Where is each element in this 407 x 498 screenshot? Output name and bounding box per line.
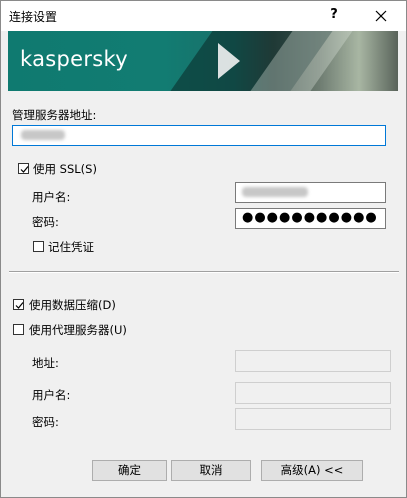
kaspersky-banner: kaspersky bbox=[8, 31, 398, 91]
compression-checkbox[interactable] bbox=[13, 299, 24, 310]
kaspersky-logo: kaspersky bbox=[20, 47, 128, 71]
help-button[interactable]: ? bbox=[319, 4, 349, 28]
proxy-address-input[interactable] bbox=[235, 350, 391, 372]
compression-label: 使用数据压缩(D) bbox=[29, 298, 116, 312]
username-label: 用户名: bbox=[32, 190, 71, 204]
password-mask: ●●●●●●●●●●● bbox=[242, 210, 378, 225]
redacted-server-address bbox=[21, 130, 65, 140]
proxy-password-input[interactable] bbox=[235, 408, 391, 430]
advanced-button[interactable]: 高级(A) << bbox=[261, 460, 363, 481]
proxy-password-label: 密码: bbox=[32, 415, 59, 429]
close-button[interactable] bbox=[363, 4, 399, 28]
banner-triangle bbox=[218, 43, 240, 79]
close-icon bbox=[375, 10, 387, 22]
checkmark-icon bbox=[20, 166, 29, 173]
divider bbox=[9, 271, 399, 273]
remember-credentials-label: 记住凭证 bbox=[48, 240, 94, 254]
ok-button[interactable]: 确定 bbox=[92, 460, 167, 481]
proxy-username-input[interactable] bbox=[235, 382, 391, 404]
proxy-address-label: 地址: bbox=[32, 356, 59, 370]
proxy-checkbox[interactable] bbox=[13, 324, 24, 335]
proxy-label: 使用代理服务器(U) bbox=[29, 323, 127, 337]
ssl-label: 使用 SSL(S) bbox=[33, 162, 97, 176]
window-title: 连接设置 bbox=[9, 10, 58, 24]
password-label: 密码: bbox=[32, 215, 59, 229]
connection-settings-dialog: 连接设置 ? kaspersky 管理服务器地址: 使用 SSL(S) 用户名:… bbox=[0, 0, 407, 498]
server-address-label: 管理服务器地址: bbox=[12, 108, 97, 122]
checkmark-icon bbox=[15, 302, 24, 309]
remember-credentials-checkbox[interactable] bbox=[33, 241, 44, 252]
server-address-input[interactable] bbox=[12, 125, 386, 146]
ssl-checkbox[interactable] bbox=[18, 163, 29, 174]
password-input[interactable]: ●●●●●●●●●●● bbox=[235, 208, 386, 229]
proxy-username-label: 用户名: bbox=[32, 388, 71, 402]
cancel-button[interactable]: 取消 bbox=[171, 460, 251, 481]
redacted-username bbox=[242, 187, 308, 197]
username-input[interactable] bbox=[235, 182, 386, 203]
title-bar: 连接设置 ? bbox=[1, 1, 406, 31]
